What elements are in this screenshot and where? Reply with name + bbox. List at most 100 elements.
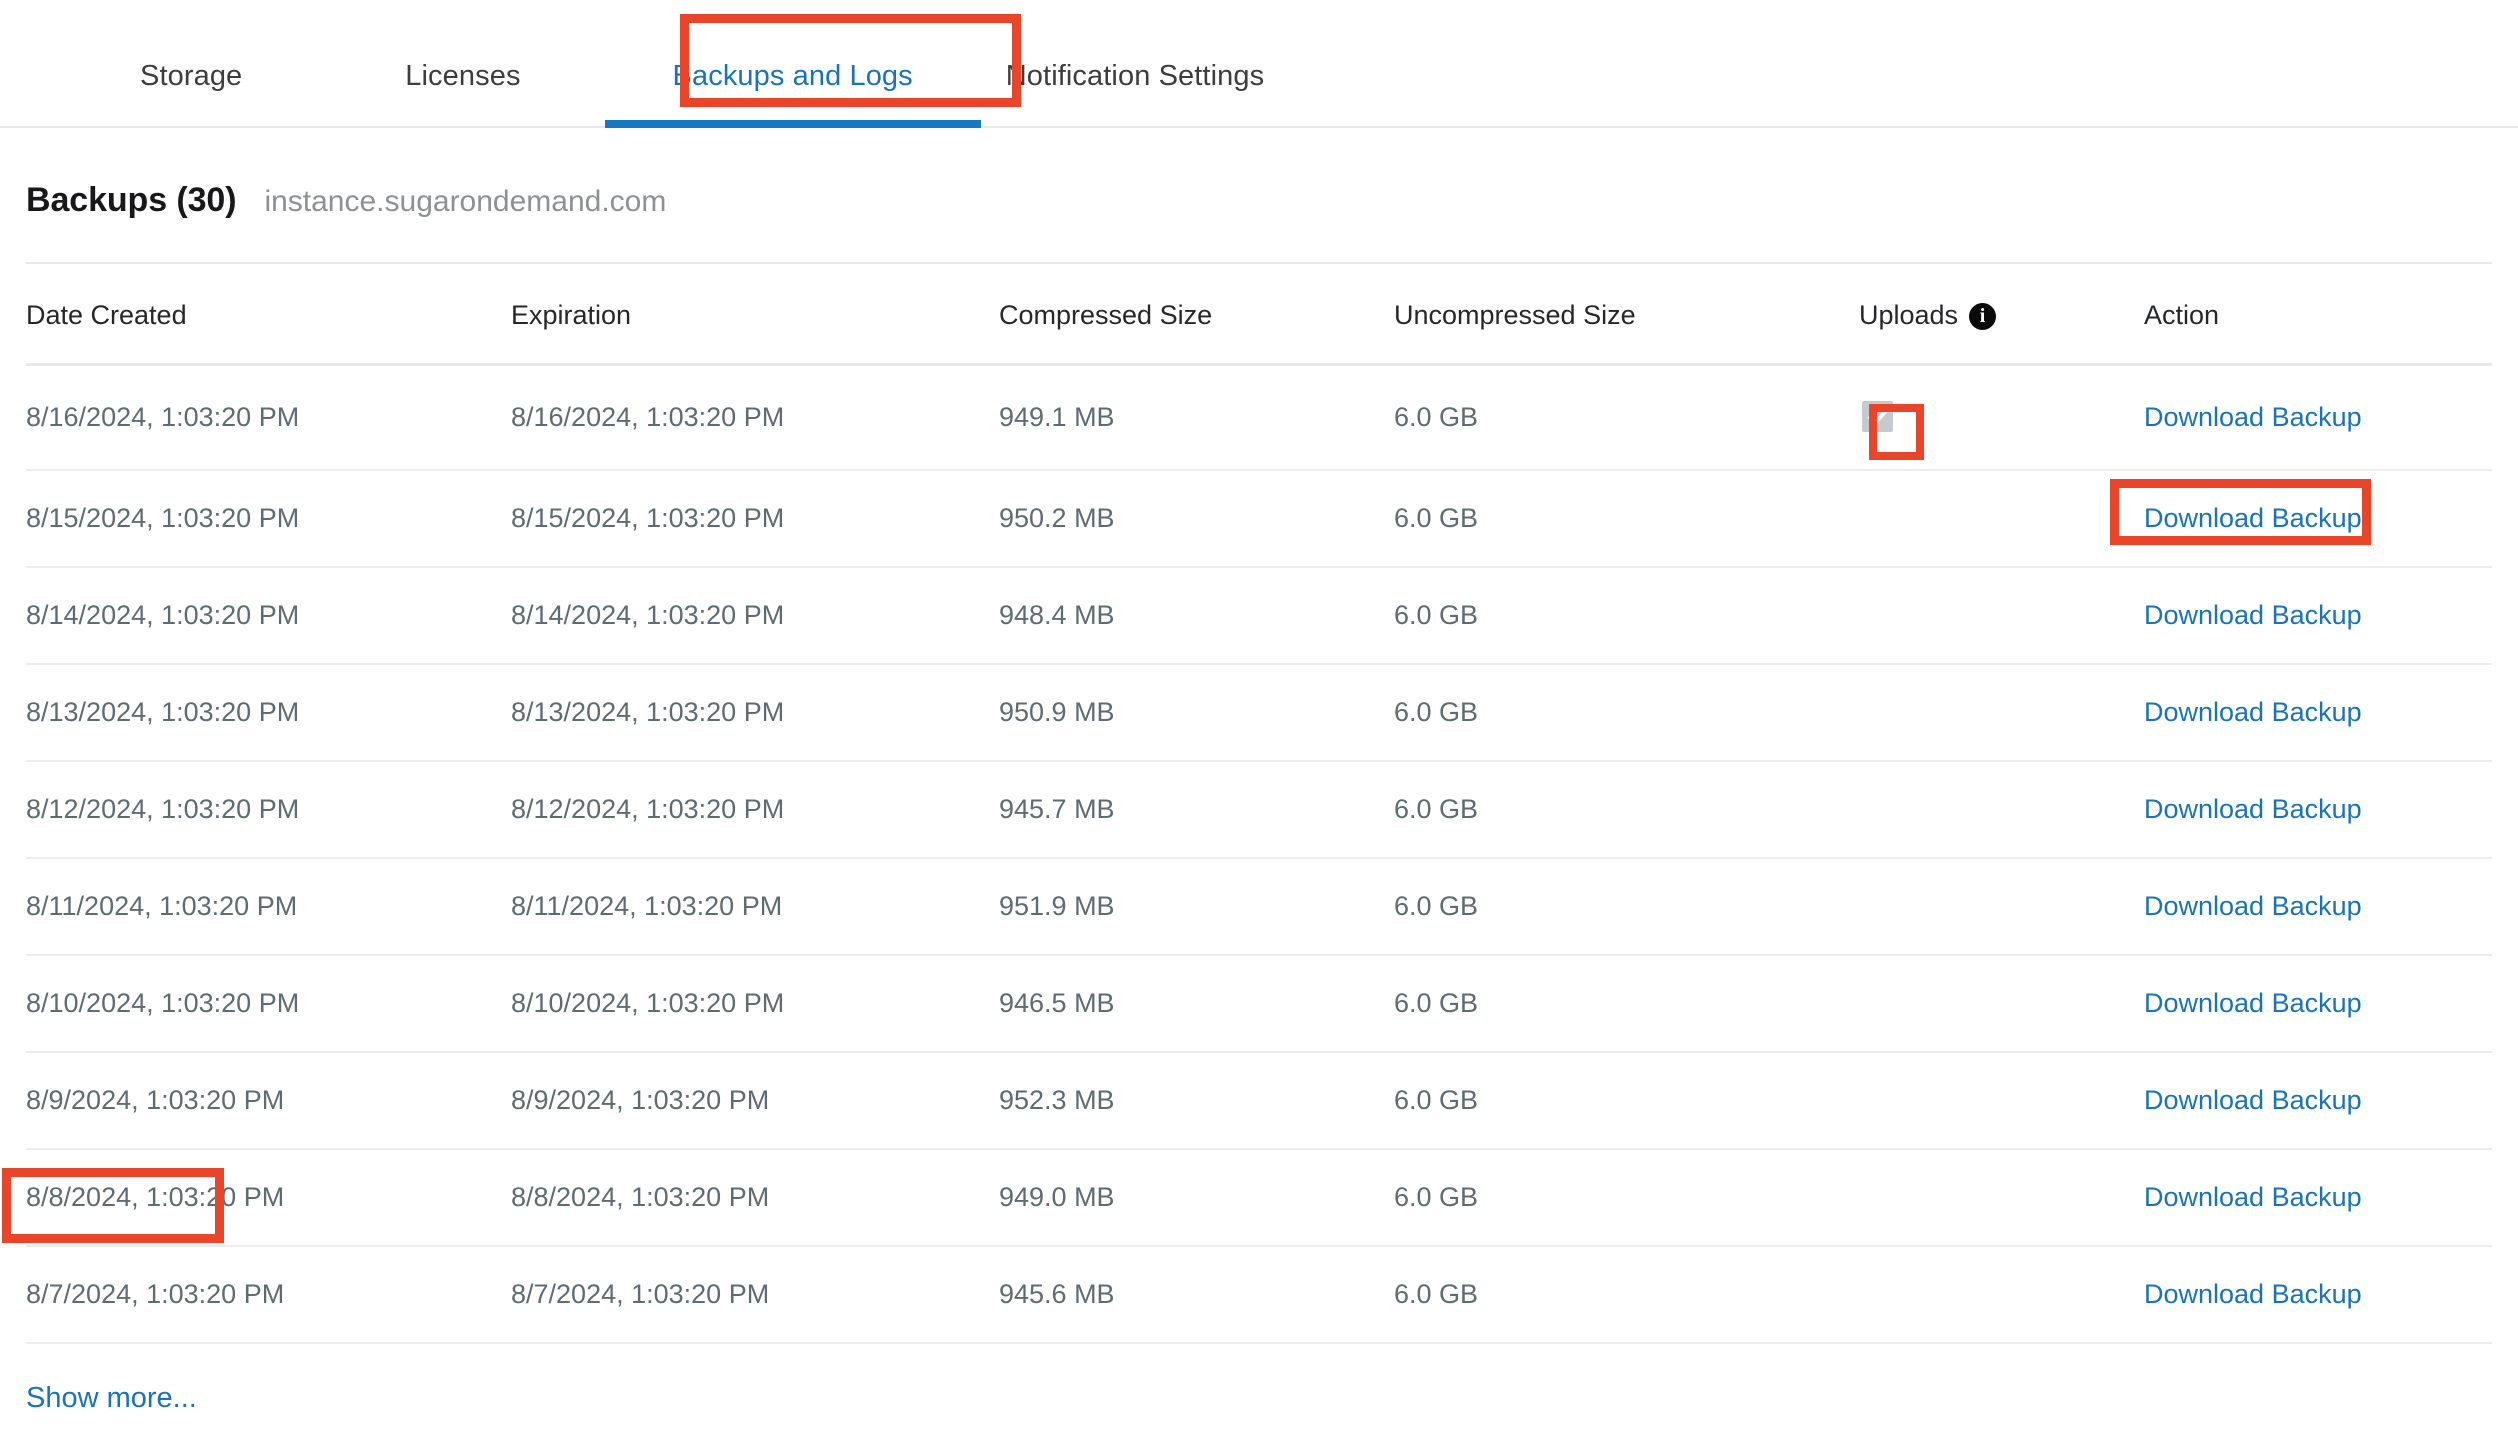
cell-uploads — [1859, 857, 2144, 956]
tab-backups-and-logs[interactable]: Backups and Logs — [604, 60, 982, 128]
cell-date-created-value: 8/10/2024, 1:03:20 PM — [26, 987, 300, 1018]
cell-action: Download Backup — [2144, 1051, 2492, 1150]
cell-uncompressed-size: 6.0 GB — [1394, 1051, 1859, 1150]
cell-action: Download Backup — [2144, 364, 2492, 471]
cell-compressed-size-value: 945.7 MB — [999, 793, 1115, 824]
cell-date-created-value: 8/14/2024, 1:03:20 PM — [26, 599, 300, 630]
cell-expiration: 8/8/2024, 1:03:20 PM — [511, 1148, 999, 1247]
cell-action: Download Backup — [2144, 1245, 2492, 1344]
cell-date-created: 8/14/2024, 1:03:20 PM — [26, 566, 511, 665]
cell-action: Download Backup — [2144, 1148, 2492, 1247]
cell-compressed-size: 950.9 MB — [999, 663, 1394, 762]
column-header-compressed-size: Compressed Size — [999, 264, 1394, 366]
download-backup-link[interactable]: Download Backup — [2144, 1085, 2362, 1115]
tab-notification-settings[interactable]: Notification Settings — [1006, 60, 1264, 126]
cell-compressed-size-value: 948.4 MB — [999, 599, 1115, 630]
tab-storage-label: Storage — [140, 60, 243, 92]
cell-uncompressed-size: 6.0 GB — [1394, 364, 1859, 471]
cell-action: Download Backup — [2144, 857, 2492, 956]
cell-expiration-value: 8/7/2024, 1:03:20 PM — [511, 1278, 770, 1309]
cell-compressed-size: 945.7 MB — [999, 760, 1394, 859]
cell-uncompressed-size: 6.0 GB — [1394, 663, 1859, 762]
cell-date-created: 8/12/2024, 1:03:20 PM — [26, 760, 511, 859]
column-header-action: Action — [2144, 264, 2492, 366]
cell-compressed-size: 951.9 MB — [999, 857, 1394, 956]
cell-uncompressed-size-value: 6.0 GB — [1394, 1084, 1479, 1115]
cell-expiration: 8/9/2024, 1:03:20 PM — [511, 1051, 999, 1150]
instance-name: instance.sugarondemand.com — [264, 185, 667, 218]
download-backup-link[interactable]: Download Backup — [2144, 503, 2362, 533]
cell-expiration: 8/15/2024, 1:03:20 PM — [511, 469, 999, 568]
cell-expiration-value: 8/12/2024, 1:03:20 PM — [511, 793, 785, 824]
info-icon[interactable]: i — [1969, 303, 1997, 330]
cell-uncompressed-size: 6.0 GB — [1394, 954, 1859, 1053]
page-title-bar: Backups (30) instance.sugarondemand.com — [0, 128, 2518, 220]
download-backup-link[interactable]: Download Backup — [2144, 988, 2362, 1018]
cell-compressed-size: 949.0 MB — [999, 1148, 1394, 1247]
cell-uploads — [1859, 566, 2144, 665]
download-backup-link[interactable]: Download Backup — [2144, 1182, 2362, 1212]
tab-notification-settings-label: Notification Settings — [1005, 60, 1265, 92]
table-header-row: Date Created Expiration Compressed Size … — [26, 264, 2492, 366]
table-row: 8/11/2024, 1:03:20 PM 8/11/2024, 1:03:20 … — [26, 857, 2492, 956]
cell-uncompressed-size-value: 6.0 GB — [1394, 502, 1479, 533]
cell-action: Download Backup — [2144, 954, 2492, 1053]
cell-expiration: 8/7/2024, 1:03:20 PM — [511, 1245, 999, 1344]
cell-compressed-size-value: 952.3 MB — [999, 1084, 1115, 1115]
table-body: 8/16/2024, 1:03:20 PM 8/16/2024, 1:03:20 … — [26, 364, 2492, 1344]
uploads-checkbox[interactable] — [1859, 398, 1896, 435]
cell-uncompressed-size-value: 6.0 GB — [1394, 401, 1479, 432]
table-row: 8/15/2024, 1:03:20 PM 8/15/2024, 1:03:20 … — [26, 469, 2492, 568]
table-row: 8/7/2024, 1:03:20 PM 8/7/2024, 1:03:20 PM… — [26, 1245, 2492, 1344]
cell-action: Download Backup — [2144, 760, 2492, 859]
cell-date-created: 8/16/2024, 1:03:20 PM — [26, 364, 511, 471]
cell-compressed-size: 948.4 MB — [999, 566, 1394, 665]
cell-date-created-value: 8/15/2024, 1:03:20 PM — [26, 502, 300, 533]
cell-compressed-size-value: 949.1 MB — [999, 401, 1115, 432]
cell-compressed-size-value: 946.5 MB — [999, 987, 1115, 1018]
tab-storage[interactable]: Storage — [140, 60, 242, 126]
cell-uploads — [1859, 1051, 2144, 1150]
cell-date-created: 8/13/2024, 1:03:20 PM — [26, 663, 511, 762]
download-backup-link[interactable]: Download Backup — [2144, 600, 2362, 630]
table-row: 8/14/2024, 1:03:20 PM 8/14/2024, 1:03:20 … — [26, 566, 2492, 665]
table-row: 8/10/2024, 1:03:20 PM 8/10/2024, 1:03:20 … — [26, 954, 2492, 1053]
download-backup-link[interactable]: Download Backup — [2144, 1279, 2362, 1309]
download-backup-link[interactable]: Download Backup — [2144, 794, 2362, 824]
column-header-uploads: Uploads i — [1859, 264, 2144, 366]
cell-compressed-size: 950.2 MB — [999, 469, 1394, 568]
cell-expiration: 8/11/2024, 1:03:20 PM — [511, 857, 999, 956]
column-header-uploads-label: Uploads — [1859, 300, 1959, 330]
cell-date-created-value: 8/7/2024, 1:03:20 PM — [26, 1278, 285, 1309]
cell-uncompressed-size-value: 6.0 GB — [1394, 1278, 1479, 1309]
download-backup-link[interactable]: Download Backup — [2144, 891, 2362, 921]
cell-uncompressed-size: 6.0 GB — [1394, 469, 1859, 568]
cell-uncompressed-size: 6.0 GB — [1394, 1245, 1859, 1344]
cell-expiration-value: 8/11/2024, 1:03:20 PM — [511, 890, 783, 921]
column-header-expiration: Expiration — [511, 264, 999, 366]
download-backup-link[interactable]: Download Backup — [2144, 402, 2362, 432]
cell-action: Download Backup — [2144, 663, 2492, 762]
cell-expiration: 8/10/2024, 1:03:20 PM — [511, 954, 999, 1053]
uploads-header-group: Uploads i — [1859, 300, 1997, 331]
cell-uncompressed-size: 6.0 GB — [1394, 566, 1859, 665]
tab-licenses[interactable]: Licenses — [405, 60, 520, 126]
show-more-row: Show more... — [26, 1344, 2492, 1415]
cell-compressed-size-value: 951.9 MB — [999, 890, 1115, 921]
table-row: 8/16/2024, 1:03:20 PM 8/16/2024, 1:03:20 … — [26, 364, 2492, 471]
download-backup-link[interactable]: Download Backup — [2144, 697, 2362, 727]
page-title: Backups (30) — [26, 181, 237, 219]
cell-uncompressed-size-value: 6.0 GB — [1394, 599, 1479, 630]
cell-uploads — [1859, 1148, 2144, 1247]
cell-compressed-size-value: 950.9 MB — [999, 696, 1115, 727]
cell-expiration-value: 8/14/2024, 1:03:20 PM — [511, 599, 785, 630]
cell-date-created: 8/8/2024, 1:03:20 PM — [26, 1148, 511, 1247]
cell-expiration-value: 8/15/2024, 1:03:20 PM — [511, 502, 785, 533]
cell-compressed-size: 946.5 MB — [999, 954, 1394, 1053]
cell-date-created-value: 8/9/2024, 1:03:20 PM — [26, 1084, 285, 1115]
cell-uploads — [1859, 760, 2144, 859]
show-more-link[interactable]: Show more... — [26, 1382, 197, 1415]
column-header-date-created: Date Created — [26, 264, 511, 366]
cell-date-created: 8/9/2024, 1:03:20 PM — [26, 1051, 511, 1150]
cell-uncompressed-size-value: 6.0 GB — [1394, 1181, 1479, 1212]
